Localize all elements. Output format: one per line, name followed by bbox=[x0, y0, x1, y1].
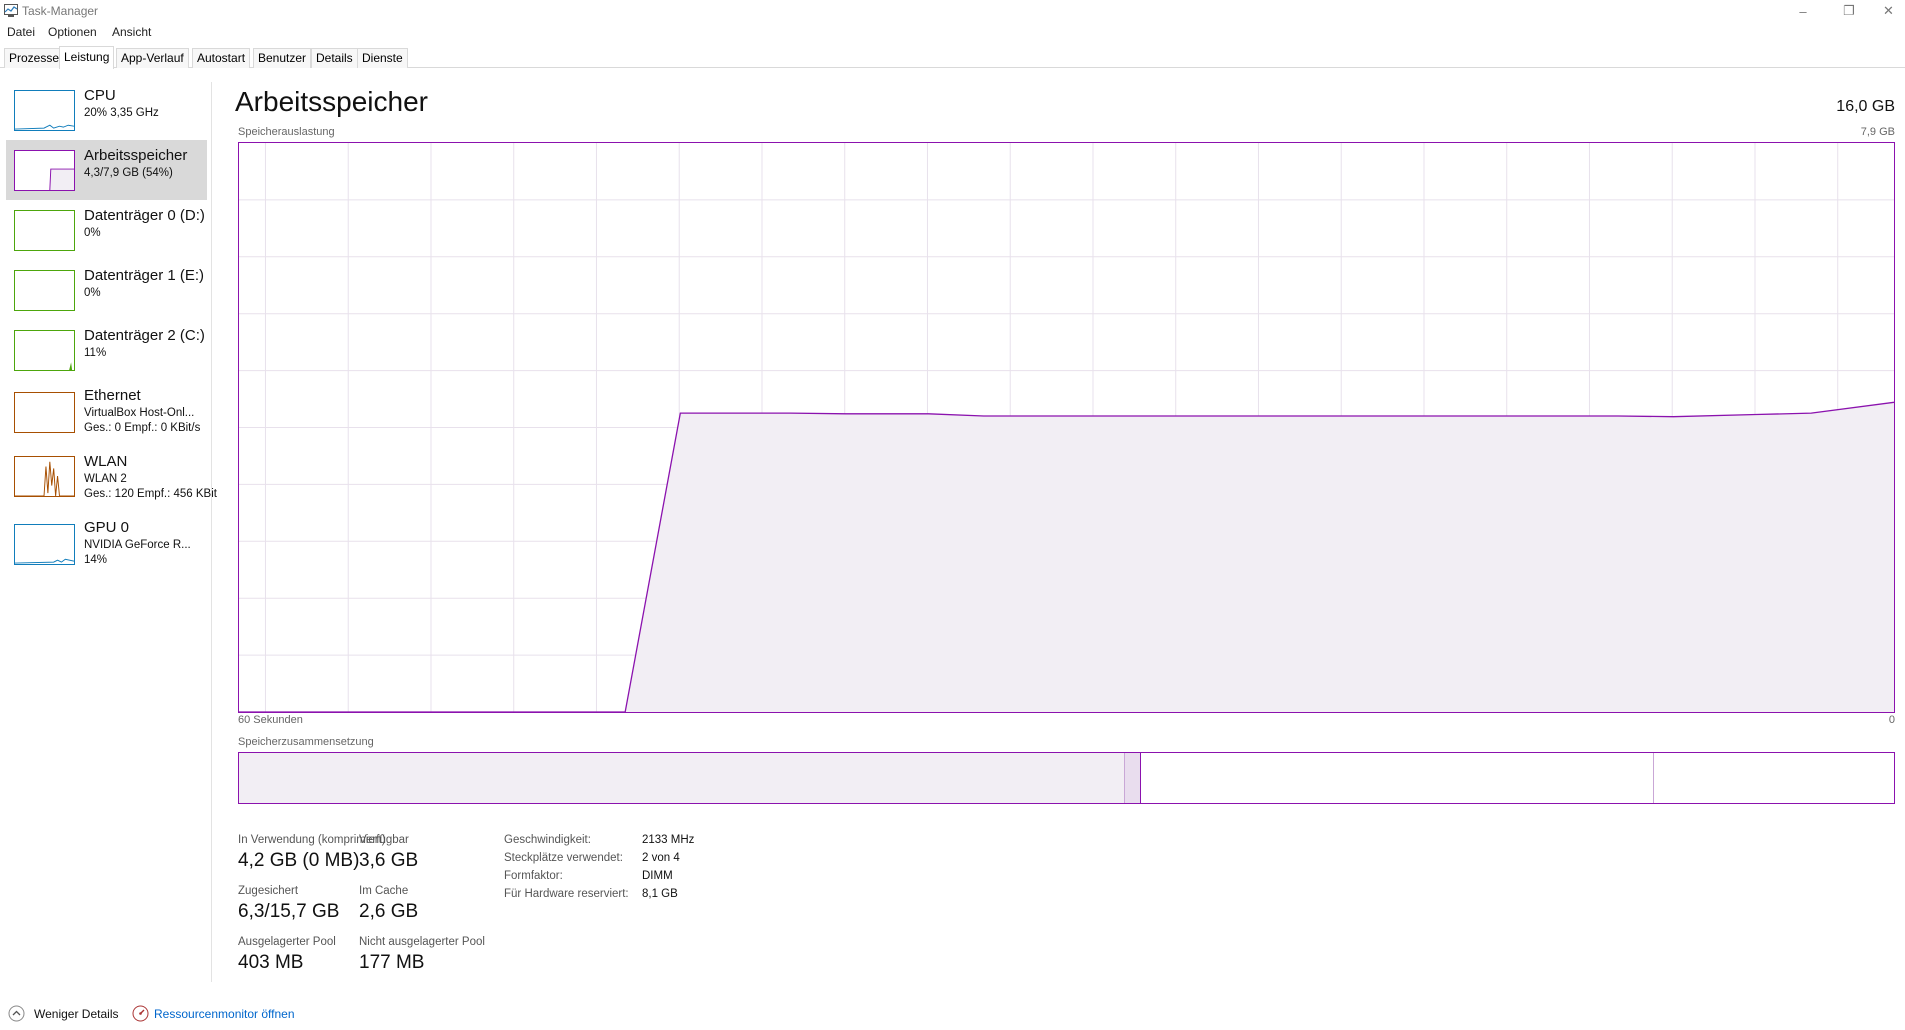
sidebar-item-label: Datenträger 0 (D:) bbox=[84, 207, 205, 224]
sidebar-item-sub2: 14% bbox=[84, 554, 108, 566]
footer: Weniger Details Ressourcenmonitor öffnen bbox=[0, 1002, 1905, 1026]
tab-app-verlauf[interactable]: App-Verlauf bbox=[116, 48, 189, 68]
committed-value: 6,3/15,7 GB bbox=[238, 901, 340, 922]
tab-dienste[interactable]: Dienste bbox=[357, 48, 408, 68]
ethernet-thumbnail bbox=[14, 392, 75, 433]
sidebar-item-gpu-0[interactable]: GPU 0 NVIDIA GeForce R... 14% bbox=[6, 514, 207, 578]
sidebar-item-sub: 0% bbox=[84, 227, 101, 239]
form-factor-label: Formfaktor: bbox=[504, 870, 563, 882]
page-title: Arbeitsspeicher bbox=[235, 86, 428, 117]
time-axis-left: 60 Sekunden bbox=[238, 714, 303, 726]
tab-autostart[interactable]: Autostart bbox=[192, 48, 251, 68]
restore-button[interactable]: ❐ bbox=[1826, 0, 1872, 22]
available-label: Verfügbar bbox=[359, 834, 409, 846]
slots-label: Steckplätze verwendet: bbox=[504, 852, 623, 864]
chevron-up-circle-icon[interactable] bbox=[8, 1005, 25, 1022]
menu-ansicht[interactable]: Ansicht bbox=[112, 25, 151, 39]
sidebar-item-datentraeger-2[interactable]: Datenträger 2 (C:) 11% bbox=[6, 322, 207, 380]
task-manager-icon bbox=[4, 4, 18, 17]
resource-monitor-icon[interactable] bbox=[132, 1005, 149, 1022]
hardware-reserved-value: 8,1 GB bbox=[642, 888, 678, 900]
fewer-details-link[interactable]: Weniger Details bbox=[34, 1007, 118, 1021]
menu-datei[interactable]: Datei bbox=[7, 25, 35, 39]
sidebar-item-label: Ethernet bbox=[84, 387, 141, 404]
sidebar-item-sub: VirtualBox Host-Onl... bbox=[84, 407, 195, 419]
cached-value: 2,6 GB bbox=[359, 901, 419, 922]
cached-label: Im Cache bbox=[359, 885, 409, 897]
disk-1-thumbnail bbox=[14, 270, 75, 311]
cpu-thumbnail bbox=[14, 90, 75, 131]
sidebar-item-arbeitsspeicher[interactable]: Arbeitsspeicher 4,3/7,9 GB (54%) bbox=[6, 140, 207, 200]
sidebar-item-label: WLAN bbox=[84, 453, 128, 470]
sidebar-item-sub: 4,3/7,9 GB (54%) bbox=[84, 167, 173, 179]
tab-leistung[interactable]: Leistung bbox=[59, 46, 115, 69]
sidebar-item-label: Arbeitsspeicher bbox=[84, 147, 188, 164]
performance-sidebar: CPU 20% 3,35 GHz Arbeitsspeicher 4,3/7,9… bbox=[0, 82, 217, 982]
disk-0-thumbnail bbox=[14, 210, 75, 251]
wlan-thumbnail bbox=[14, 456, 75, 497]
hardware-reserved-label: Für Hardware reserviert: bbox=[504, 888, 629, 900]
in-use-value: 4,2 GB (0 MB) bbox=[238, 850, 360, 871]
sidebar-item-sub2: Ges.: 0 Empf.: 0 KBit/s bbox=[84, 422, 201, 434]
usage-graph-max: 7,9 GB bbox=[1860, 126, 1895, 138]
tab-bar: Prozesse Leistung App-Verlauf Autostart … bbox=[0, 46, 1905, 69]
menu-bar: Datei Optionen Ansicht bbox=[0, 23, 1905, 41]
composition-free bbox=[1654, 753, 1894, 803]
available-value: 3,6 GB bbox=[359, 850, 419, 871]
sidebar-item-label: Datenträger 2 (C:) bbox=[84, 327, 205, 344]
composition-modified bbox=[1124, 753, 1141, 803]
sidebar-item-sub: 11% bbox=[84, 347, 107, 359]
sidebar-item-label: GPU 0 bbox=[84, 519, 130, 536]
gpu-thumbnail bbox=[14, 524, 75, 565]
sidebar-item-wlan[interactable]: WLAN WLAN 2 Ges.: 120 Empf.: 456 KBit bbox=[6, 448, 217, 512]
committed-label: Zugesichert bbox=[238, 885, 299, 897]
usage-graph-label: Speicherauslastung bbox=[238, 126, 335, 138]
sidebar-item-datentraeger-0[interactable]: Datenträger 0 (D:) 0% bbox=[6, 202, 207, 260]
tab-benutzer[interactable]: Benutzer bbox=[253, 48, 312, 68]
sidebar-item-label: CPU bbox=[84, 87, 116, 104]
window-title: Task-Manager bbox=[22, 4, 99, 18]
composition-standby bbox=[1140, 753, 1655, 803]
sidebar-item-sub2: Ges.: 120 Empf.: 456 KBit bbox=[84, 488, 217, 500]
main-panel: Arbeitsspeicher 16,0 GB Speicherauslastu… bbox=[235, 82, 1895, 982]
disk-2-thumbnail bbox=[14, 330, 75, 371]
memory-composition-bar bbox=[238, 752, 1895, 804]
time-axis-right: 0 bbox=[1888, 714, 1895, 726]
minimize-button[interactable]: – bbox=[1780, 0, 1826, 22]
nonpaged-pool-value: 177 MB bbox=[359, 952, 425, 973]
usage-area bbox=[239, 402, 1894, 712]
sidebar-item-datentraeger-1[interactable]: Datenträger 1 (E:) 0% bbox=[6, 262, 207, 320]
form-factor-value: DIMM bbox=[642, 870, 673, 882]
nonpaged-pool-label: Nicht ausgelagerter Pool bbox=[359, 936, 485, 948]
sidebar-item-ethernet[interactable]: Ethernet VirtualBox Host-Onl... Ges.: 0 … bbox=[6, 382, 207, 446]
sidebar-item-sub: WLAN 2 bbox=[84, 473, 127, 485]
sidebar-item-sub: 0% bbox=[84, 287, 101, 299]
speed-label: Geschwindigkeit: bbox=[504, 834, 591, 846]
paged-pool-label: Ausgelagerter Pool bbox=[238, 936, 336, 948]
resource-monitor-link[interactable]: Ressourcenmonitor öffnen bbox=[154, 1007, 295, 1021]
sidebar-item-cpu[interactable]: CPU 20% 3,35 GHz bbox=[6, 82, 207, 138]
sidebar-item-label: Datenträger 1 (E:) bbox=[84, 267, 205, 284]
composition-in-use bbox=[239, 753, 1125, 803]
speed-value: 2133 MHz bbox=[642, 834, 695, 846]
tab-details[interactable]: Details bbox=[311, 48, 358, 68]
title-bar: Task-Manager – ❐ ✕ bbox=[0, 0, 1905, 22]
usage-graph-svg bbox=[239, 143, 1894, 712]
memory-thumbnail bbox=[14, 150, 75, 191]
memory-usage-graph bbox=[238, 142, 1895, 713]
tab-prozesse[interactable]: Prozesse bbox=[4, 48, 65, 68]
composition-label: Speicherzusammensetzung bbox=[238, 736, 374, 748]
close-button[interactable]: ✕ bbox=[1872, 0, 1905, 22]
slots-value: 2 von 4 bbox=[642, 852, 680, 864]
sidebar-item-sub: NVIDIA GeForce R... bbox=[84, 539, 191, 551]
menu-optionen[interactable]: Optionen bbox=[48, 25, 97, 39]
total-memory: 16,0 GB bbox=[1836, 98, 1895, 115]
paged-pool-value: 403 MB bbox=[238, 952, 304, 973]
sidebar-item-sub: 20% 3,35 GHz bbox=[84, 107, 159, 119]
